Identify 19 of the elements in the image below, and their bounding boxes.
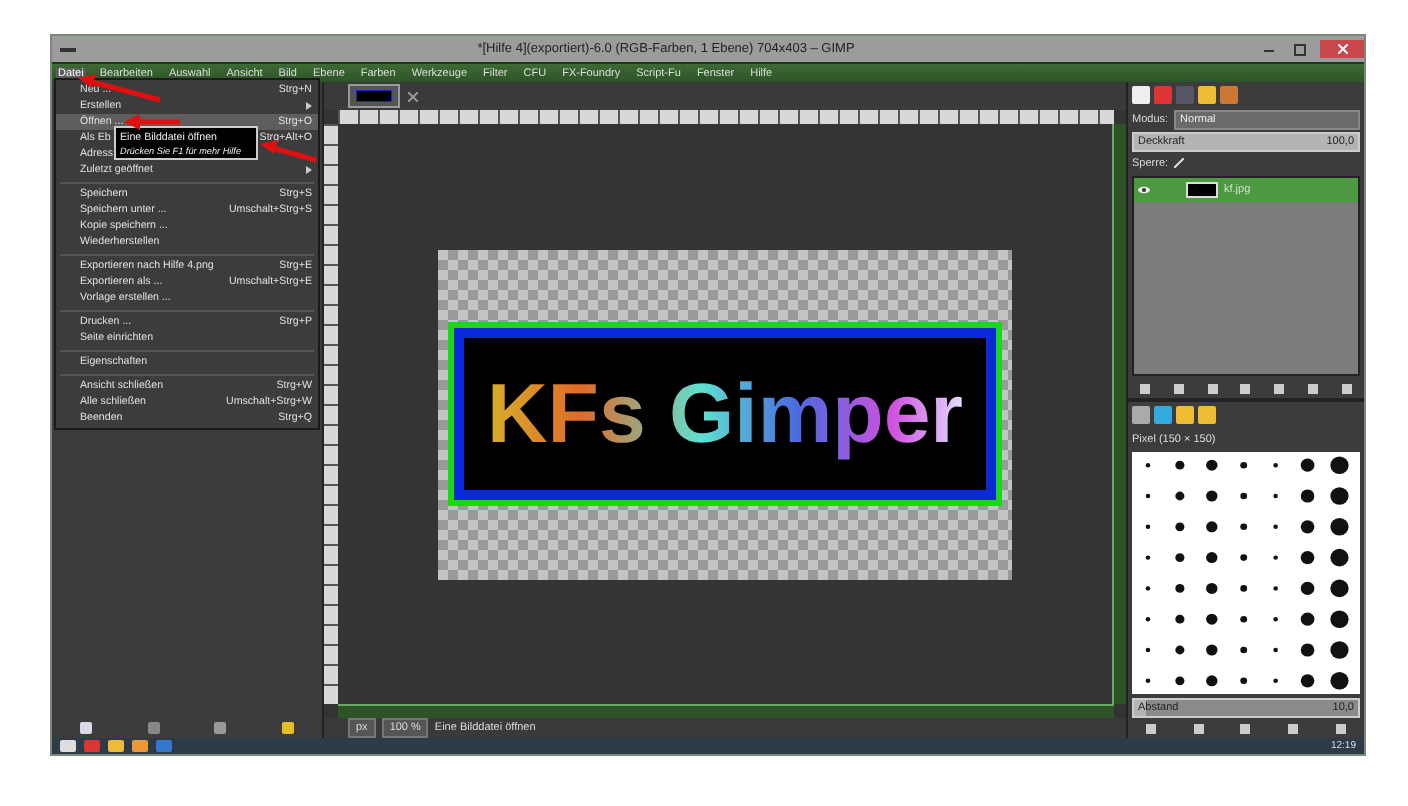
image-tab[interactable] bbox=[348, 84, 400, 108]
close-icon bbox=[1337, 44, 1347, 54]
annotation-arrow bbox=[124, 114, 180, 130]
submenu-arrow-icon bbox=[306, 166, 312, 174]
close-button[interactable] bbox=[1320, 40, 1364, 58]
pencil-icon[interactable] bbox=[1174, 158, 1185, 168]
brush-grid[interactable] bbox=[1132, 452, 1360, 694]
image-thumbnail bbox=[356, 90, 392, 102]
maximize-button[interactable] bbox=[1288, 40, 1312, 58]
maximize-icon bbox=[1294, 43, 1306, 55]
annotation-arrow bbox=[78, 74, 161, 103]
minimize-icon bbox=[1263, 44, 1273, 54]
layer-thumbnail bbox=[1186, 182, 1218, 198]
horizontal-scrollbar[interactable] bbox=[338, 704, 1114, 718]
eye-icon[interactable] bbox=[1138, 186, 1150, 194]
annotation-arrow bbox=[260, 140, 317, 163]
vertical-scrollbar[interactable] bbox=[1112, 124, 1126, 704]
close-icon[interactable] bbox=[408, 91, 418, 101]
submenu-arrow-icon bbox=[306, 102, 312, 110]
